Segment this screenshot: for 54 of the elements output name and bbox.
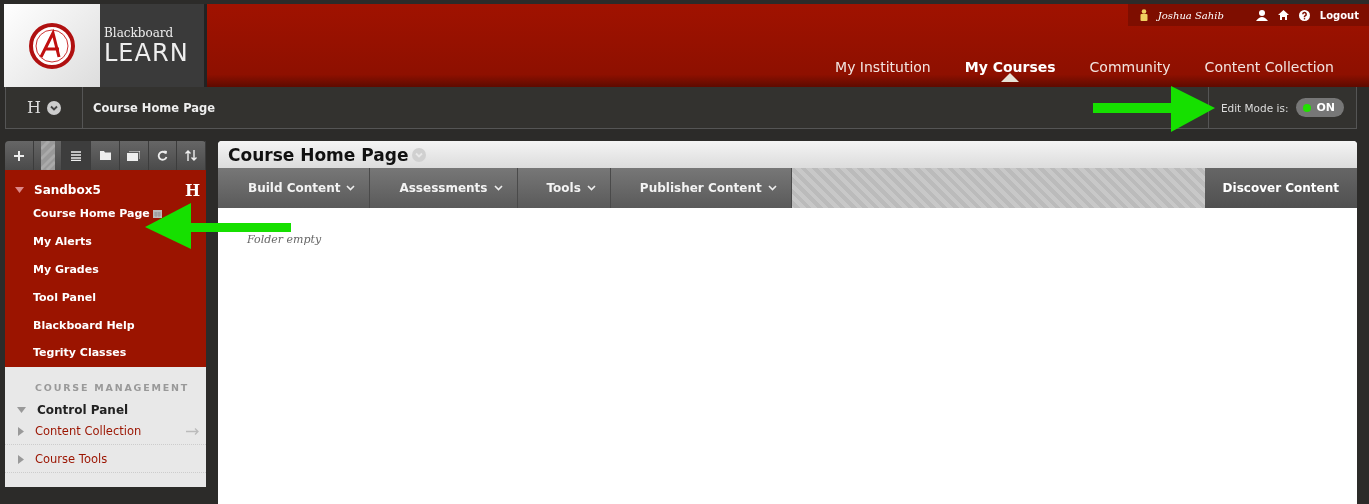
- edit-mode-label: Edit Mode is:: [1220, 101, 1289, 114]
- calendar-icon: [152, 209, 162, 218]
- menu-link[interactable]: My Alerts: [33, 235, 92, 249]
- nav-tab[interactable]: Community: [1072, 45, 1188, 82]
- course-mark: H: [27, 98, 41, 117]
- menu-button[interactable]: Build Content: [218, 168, 371, 208]
- chevron-down-icon: [346, 185, 356, 191]
- collapsed-triangle-icon: [18, 454, 24, 464]
- window-icon: [127, 150, 141, 161]
- logout-link[interactable]: Logout: [1319, 9, 1359, 21]
- nav-tab[interactable]: Content Collection: [1187, 45, 1351, 82]
- collapsed-triangle-icon: [18, 426, 24, 436]
- menu-button[interactable]: Tools: [517, 168, 611, 208]
- edit-mode-toggle[interactable]: ON: [1296, 98, 1344, 117]
- add-icon: [13, 150, 24, 161]
- menu-link[interactable]: Tool Panel: [33, 290, 96, 304]
- panel-link[interactable]: Course Tools: [35, 452, 108, 466]
- menu-button[interactable]: Publisher Content: [610, 168, 792, 208]
- nav-tab[interactable]: My Institution: [818, 45, 948, 82]
- chevron-down-icon: [767, 185, 777, 191]
- menu-link[interactable]: Course Home Page: [33, 207, 150, 221]
- person-icon: [1139, 9, 1148, 21]
- crest-logo-icon: [29, 22, 75, 69]
- course-mark: H: [184, 180, 200, 200]
- logo-text: Blackboard: [104, 25, 174, 40]
- home-icon[interactable]: [1277, 10, 1289, 20]
- menu-button[interactable]: Assessments: [370, 168, 518, 208]
- menu-link[interactable]: Blackboard Help: [33, 318, 135, 332]
- section-heading: COURSE MANAGEMENT: [35, 382, 191, 393]
- striped-swatch-icon: [40, 141, 55, 170]
- panel-link[interactable]: Content Collection: [35, 424, 142, 438]
- logo-text: LEARN: [104, 39, 189, 66]
- list-icon: [71, 150, 82, 161]
- sort-icon: [185, 150, 198, 161]
- folder-icon: [99, 151, 111, 160]
- breadcrumb[interactable]: Course Home Page: [93, 100, 216, 115]
- control-panel-header[interactable]: Control Panel: [37, 403, 129, 417]
- page-title: Course Home Page: [228, 144, 409, 165]
- course-title[interactable]: Sandbox5: [34, 183, 101, 197]
- nav-tab[interactable]: My Courses: [947, 45, 1073, 82]
- expanded-triangle-icon: [17, 407, 26, 413]
- menu-link[interactable]: My Grades: [33, 263, 99, 276]
- menu-link[interactable]: Tegrity Classes: [33, 346, 127, 360]
- discover-button[interactable]: Discover Content: [1204, 168, 1357, 208]
- chevron-down-icon: [586, 185, 596, 191]
- help-icon[interactable]: [1298, 9, 1310, 21]
- user-icon[interactable]: [1255, 9, 1268, 21]
- user-name[interactable]: Joshua Sahib: [1157, 9, 1224, 21]
- expanded-triangle-icon: [15, 187, 24, 193]
- dropdown-icon[interactable]: [46, 100, 61, 115]
- empty-message: Folder empty: [247, 233, 323, 246]
- refresh-icon: [156, 150, 168, 161]
- toolbar-button[interactable]: [62, 141, 92, 170]
- chevron-down-icon: [493, 185, 503, 191]
